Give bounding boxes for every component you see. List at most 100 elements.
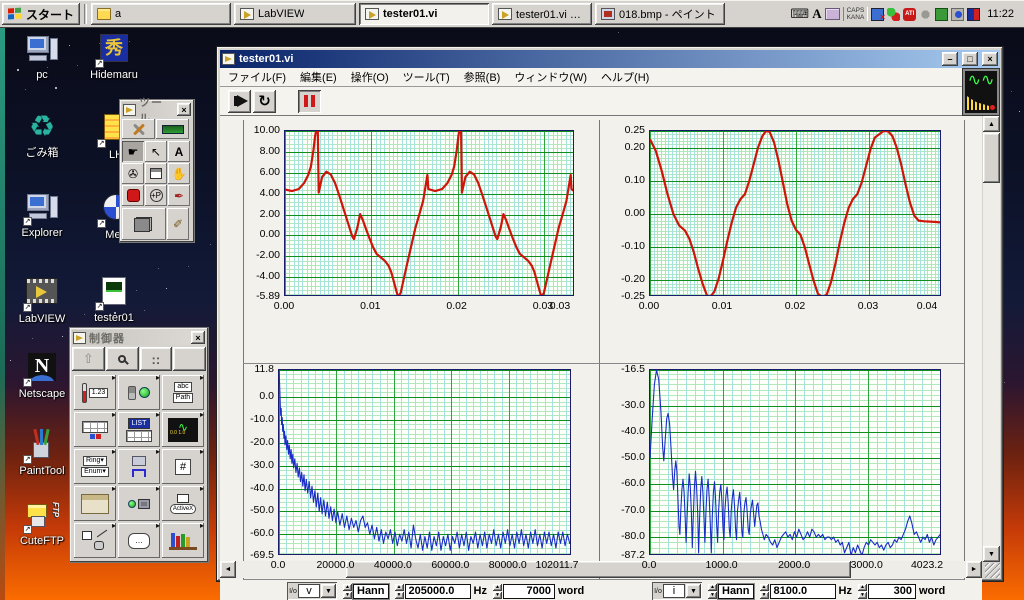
sample-rate-right[interactable]: 8100.0 [769,583,836,599]
operate-value-tool-button[interactable] [156,119,189,139]
palette-search-button[interactable] [105,347,139,371]
channel-value-left[interactable]: v [298,584,320,598]
scroll-right-button[interactable]: ► [966,561,982,578]
window-function-left[interactable]: Hann [353,583,389,599]
palette-boolean[interactable] [118,375,160,410]
freq-spinner-right[interactable]: ▲ ▼ [759,583,769,599]
taskbar-button-1[interactable]: a [91,3,232,25]
ime-mode-indicator[interactable]: A [812,6,821,22]
text-tool-button[interactable]: A [168,141,190,162]
start-button[interactable]: スタート [2,3,81,25]
palette-up-button[interactable]: ⇧ [72,347,105,371]
palette-string[interactable]: abc Path [162,375,204,410]
window-spinner-right[interactable]: ▲ ▼ [708,583,717,599]
scroll-left-button[interactable]: ◄ [220,561,236,578]
ime-pad-icon[interactable] [824,8,840,20]
battery-tray-icon[interactable] [967,7,981,21]
menu-tool-button[interactable] [145,163,167,184]
taskbar-button-5[interactable]: 018.bmp - ペイント [595,3,726,25]
palette-decorations[interactable] [74,523,116,558]
desktop-icon-xxx[interactable]: ♻ ごみ箱 [8,112,76,159]
probe-tool-button[interactable]: +P [145,185,167,206]
desktop-icon-netscape[interactable]: N ↗ Netscape [8,352,76,400]
resize-grip[interactable] [985,563,1000,578]
sample-rate-left[interactable]: 205000.0 [404,583,471,599]
vertical-scroll-thumb[interactable] [983,133,1000,183]
run-button[interactable] [228,89,251,113]
palette-options-button[interactable]: :: [139,347,173,371]
maximize-icon[interactable]: □ [962,52,978,66]
close-icon[interactable]: × [982,52,998,66]
menu-item-4[interactable]: ツール(T) [403,69,450,85]
vi-window-titlebar[interactable]: tester01.vi – □ × [220,50,1000,68]
scroll-tool-button[interactable]: ✋ [168,163,190,184]
palette-refnum[interactable]: # [162,449,204,484]
wire-tool-button[interactable]: ✇ [122,163,144,184]
desktop-icon-painttool[interactable]: ↗ PaintTool [8,428,76,477]
vi-icon[interactable]: ∿∿ [963,69,999,115]
freq-spinner-left[interactable]: ▲ ▼ [394,583,404,599]
menu-item-2[interactable]: 編集(E) [300,69,337,85]
scroll-down-button[interactable]: ▼ [983,546,1000,562]
word-count-right[interactable]: 300 [867,583,916,599]
continuous-run-button[interactable]: ↻ [253,89,276,113]
menu-item-5[interactable]: 参照(B) [464,69,501,85]
window-spinner-left[interactable]: ▲ ▼ [343,583,352,599]
menu-item-1[interactable]: ファイル(F) [228,69,286,85]
palette-numeric[interactable]: 1.23 [74,375,116,410]
controls-palette-titlebar[interactable]: 制御器 × [72,330,206,345]
menu-item-6[interactable]: ウィンドウ(W) [514,69,587,85]
palette-array[interactable] [74,412,116,447]
color-tool-button[interactable] [122,208,166,240]
brush-tool-button[interactable]: ✐ [167,208,189,240]
desktop-icon-cuteftp[interactable]: FTP ↗ CuteFTP [8,500,76,547]
menu-item-7[interactable]: ヘルプ(H) [601,69,649,85]
palette-select-control[interactable] [162,523,204,558]
channel-selector-left[interactable]: I/o v ▼ [287,582,337,600]
taskbar-button-2[interactable]: LabVIEW [234,3,357,25]
palette-activex[interactable]: ActiveX [162,486,204,521]
channel-selector-right[interactable]: I/o i ▼ [652,582,702,600]
pccard-tray-icon[interactable] [935,7,949,21]
operate-tool-button[interactable]: ☛ [122,141,144,162]
word-count-left[interactable]: 7000 [502,583,555,599]
ati-tray-icon[interactable]: ATI [903,7,917,21]
palette-io[interactable] [118,449,160,484]
desktop-icon-explorer[interactable]: ↗ Explorer [8,192,76,239]
pause-button[interactable] [298,89,321,113]
dropdown-button[interactable]: ▼ [321,584,336,598]
color-copy-tool-button[interactable]: ✒ [168,185,190,206]
channel-value-right[interactable]: i [663,584,685,598]
desktop-icon-labview[interactable]: ↗ LabVIEW [8,276,76,325]
volume-tray-icon[interactable] [919,7,933,21]
palette-classic[interactable] [118,486,160,521]
menu-item-3[interactable]: 操作(O) [351,69,389,85]
taskbar-button-4[interactable]: tester01.vi ダイアグ... [492,3,593,25]
display-tray-icon[interactable]: × [871,7,885,22]
palette-containers[interactable] [74,486,116,521]
count-spinner-left[interactable]: ▲ ▼ [492,583,502,599]
count-spinner-right[interactable]: ▲ ▼ [857,583,867,599]
breakpoint-tool-button[interactable] [122,185,144,206]
network-tray-icon[interactable] [951,7,965,21]
desktop-icon-tester01[interactable]: ↗ tester01 [80,276,148,324]
keyboard-icon[interactable]: ⌨ [790,6,809,22]
close-icon[interactable]: × [177,103,191,116]
palette-list-table[interactable]: LIST [118,412,160,447]
position-tool-button[interactable]: ↖ [145,141,167,162]
minimize-icon[interactable]: – [942,52,958,66]
desktop-icon-hidemaru[interactable]: 秀 ↗ Hidemaru [80,34,148,81]
vertical-scrollbar[interactable]: ▲ ▼ [983,116,1000,562]
dropdown-button[interactable]: ▼ [686,584,701,598]
palette-user-controls[interactable]: … [118,523,160,558]
taskbar-button-3[interactable]: tester01.vi [359,3,490,25]
palette-ring-enum[interactable]: Ring▾ Enum▾ [74,449,116,484]
desktop-icon-pc[interactable]: pc [8,34,76,81]
window-function-right[interactable]: Hann [718,583,754,599]
close-icon[interactable]: × [191,331,205,344]
tools-palette-titlebar[interactable]: ツール × [122,97,192,125]
palette-graph[interactable]: ∿ 0.0 1.0 [162,412,204,447]
taskbar-clock[interactable]: 11:22 [983,8,1018,20]
agent-tray-icon[interactable] [887,7,901,21]
scroll-up-button[interactable]: ▲ [983,116,1000,132]
